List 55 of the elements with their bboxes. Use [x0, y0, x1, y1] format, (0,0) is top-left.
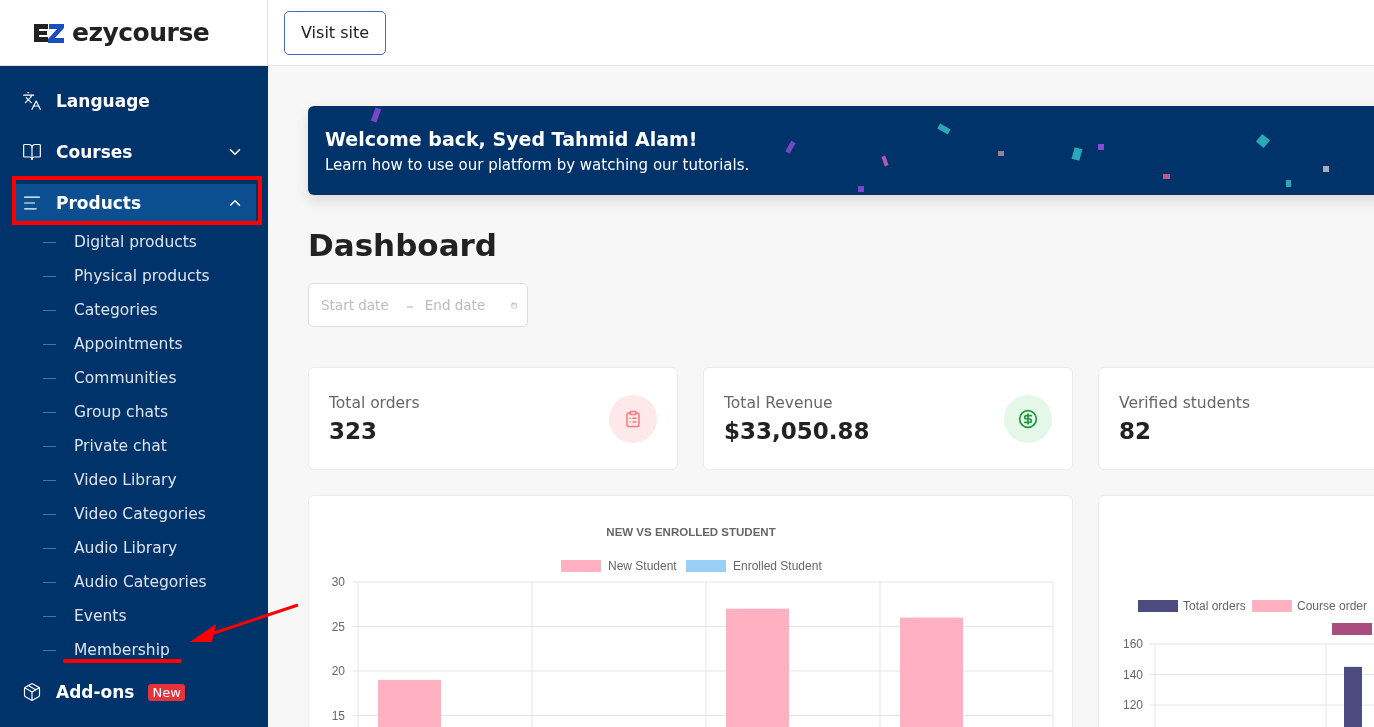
submenu-item[interactable]: Private chat	[74, 437, 167, 455]
submenu-item[interactable]: Appointments	[74, 335, 183, 353]
axis-label: 20	[331, 664, 345, 678]
sidebar-item[interactable]: Add-ons New	[12, 673, 256, 711]
logo-text: ezycourse	[72, 18, 210, 47]
dollar-icon	[1004, 394, 1052, 443]
chart-bar	[1344, 666, 1362, 727]
visit-site-button[interactable]: Visit site	[284, 10, 387, 55]
legend-swatch[interactable]	[561, 560, 601, 572]
chart-title: NEW VS ENROLLED STUDENT	[606, 526, 776, 538]
submenu-item[interactable]: Categories	[74, 301, 158, 319]
start-date-input[interactable]: Start date	[319, 296, 397, 314]
stat-value: 82	[1119, 417, 1152, 444]
translate-icon	[22, 91, 42, 111]
stat-value: 323	[329, 417, 378, 444]
welcome-title: Welcome back, Syed Tahmid Alam!	[325, 127, 699, 150]
legend-swatch[interactable]	[1138, 600, 1178, 612]
legend-swatch[interactable]	[1252, 600, 1292, 612]
welcome-subtitle: Learn how to use our platform by watching our tutorials.	[325, 155, 751, 174]
legend-swatch[interactable]	[686, 560, 726, 572]
submenu-item[interactable]: Video Library	[74, 471, 177, 489]
submenu-item[interactable]: Video Categories	[74, 505, 206, 523]
axis-label: 140	[1122, 667, 1143, 682]
submenu-item[interactable]: Group chats	[74, 403, 169, 421]
stat-label: Total Revenue	[724, 393, 834, 412]
chart-bar	[378, 679, 441, 727]
axis-label: 120	[1122, 698, 1143, 712]
legend-label[interactable]: Total orders	[1183, 599, 1246, 613]
stat-label: Verified students	[1119, 393, 1251, 412]
axis-label: 15	[331, 708, 345, 723]
box-icon	[22, 682, 42, 702]
stat-value: $33,050.88	[724, 417, 871, 444]
stat-label: Total orders	[329, 393, 421, 412]
submenu-item[interactable]: Membership	[74, 641, 170, 659]
submenu-item[interactable]: Events	[74, 607, 127, 625]
axis-label: 25	[331, 619, 345, 634]
date-range-field[interactable]: Start date End date	[308, 283, 528, 327]
submenu-item[interactable]: Audio Library	[74, 539, 178, 557]
submenu-item[interactable]: Physical products	[74, 267, 210, 285]
sidebar-item[interactable]: Courses	[12, 133, 256, 171]
submenu-item[interactable]: Audio Categories	[74, 573, 207, 591]
submenu-item[interactable]: Communities	[74, 369, 177, 387]
legend-label[interactable]: Enrolled Student	[733, 559, 822, 573]
end-date-input[interactable]: End date	[422, 296, 501, 314]
sidebar-item[interactable]: Language	[12, 82, 256, 120]
legend-label[interactable]: New Student	[608, 559, 677, 573]
new-badge: New	[148, 683, 185, 701]
axis-label: 160	[1122, 637, 1143, 651]
axis-label: 30	[331, 575, 345, 589]
legend-label[interactable]: Course order	[1297, 599, 1368, 613]
book-icon	[22, 142, 42, 162]
page-title: Dashboard	[308, 227, 499, 263]
clipboard-icon	[609, 394, 657, 443]
legend-swatch[interactable]	[1332, 623, 1372, 635]
submenu-item[interactable]: Digital products	[74, 233, 197, 251]
